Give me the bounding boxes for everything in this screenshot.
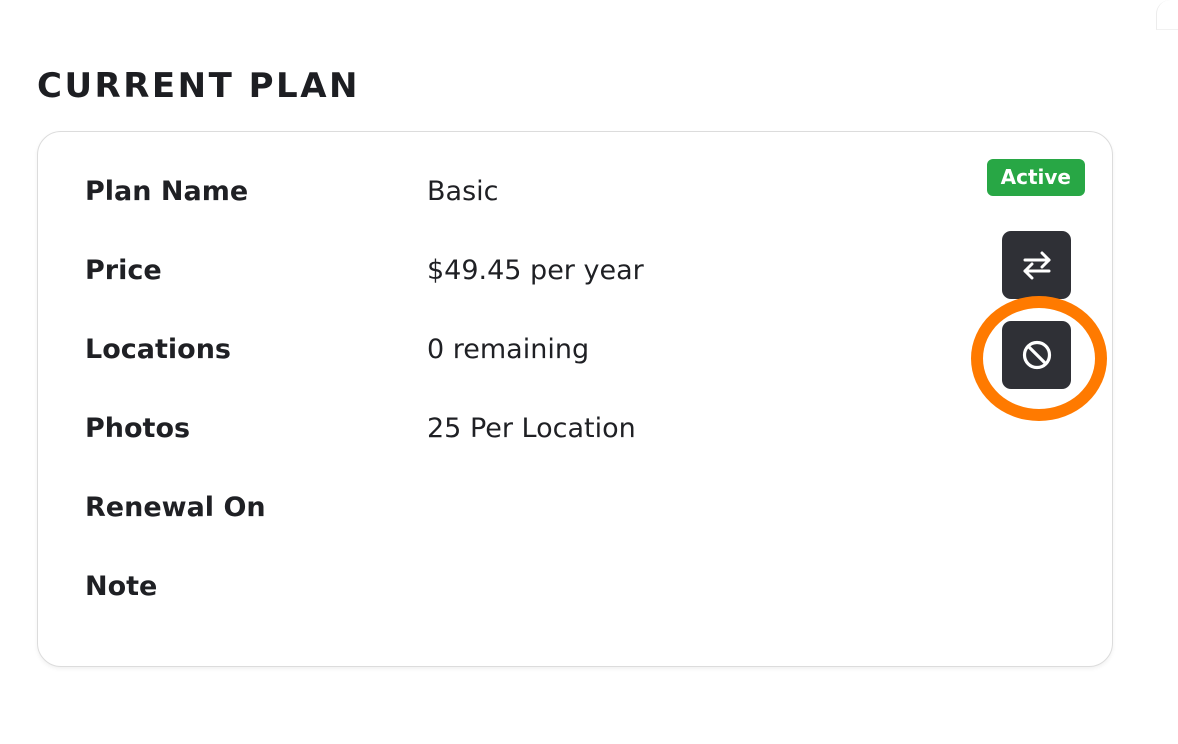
plan-row-renewal: Renewal On [85,484,985,563]
plan-details: Plan Name Basic Price $49.45 per year Lo… [85,168,985,642]
photos-label: Photos [85,413,191,444]
plan-row-note: Note [85,563,985,642]
change-plan-button[interactable] [1002,231,1071,299]
renewal-label: Renewal On [85,492,266,523]
photos-value: 25 Per Location [427,413,636,444]
price-value: $49.45 per year [427,255,644,286]
plan-row-photos: Photos 25 Per Location [85,405,985,484]
cancel-plan-button[interactable] [1002,321,1071,389]
plan-name-label: Plan Name [85,176,249,207]
plan-name-value: Basic [427,176,499,207]
plan-row-locations: Locations 0 remaining [85,326,985,405]
price-label: Price [85,255,162,286]
page: CURRENT PLAN Plan Name Basic Price $49.4… [0,0,1178,744]
window-corner [1156,0,1178,30]
swap-arrows-icon [1023,251,1050,280]
section-title: CURRENT PLAN [37,66,360,106]
locations-value: 0 remaining [427,334,590,365]
ban-icon [1022,340,1051,370]
plan-row-name: Plan Name Basic [85,168,985,247]
locations-label: Locations [85,334,231,365]
note-label: Note [85,571,158,602]
status-badge: Active [986,159,1085,196]
current-plan-card: Plan Name Basic Price $49.45 per year Lo… [37,131,1113,667]
plan-row-price: Price $49.45 per year [85,247,985,326]
